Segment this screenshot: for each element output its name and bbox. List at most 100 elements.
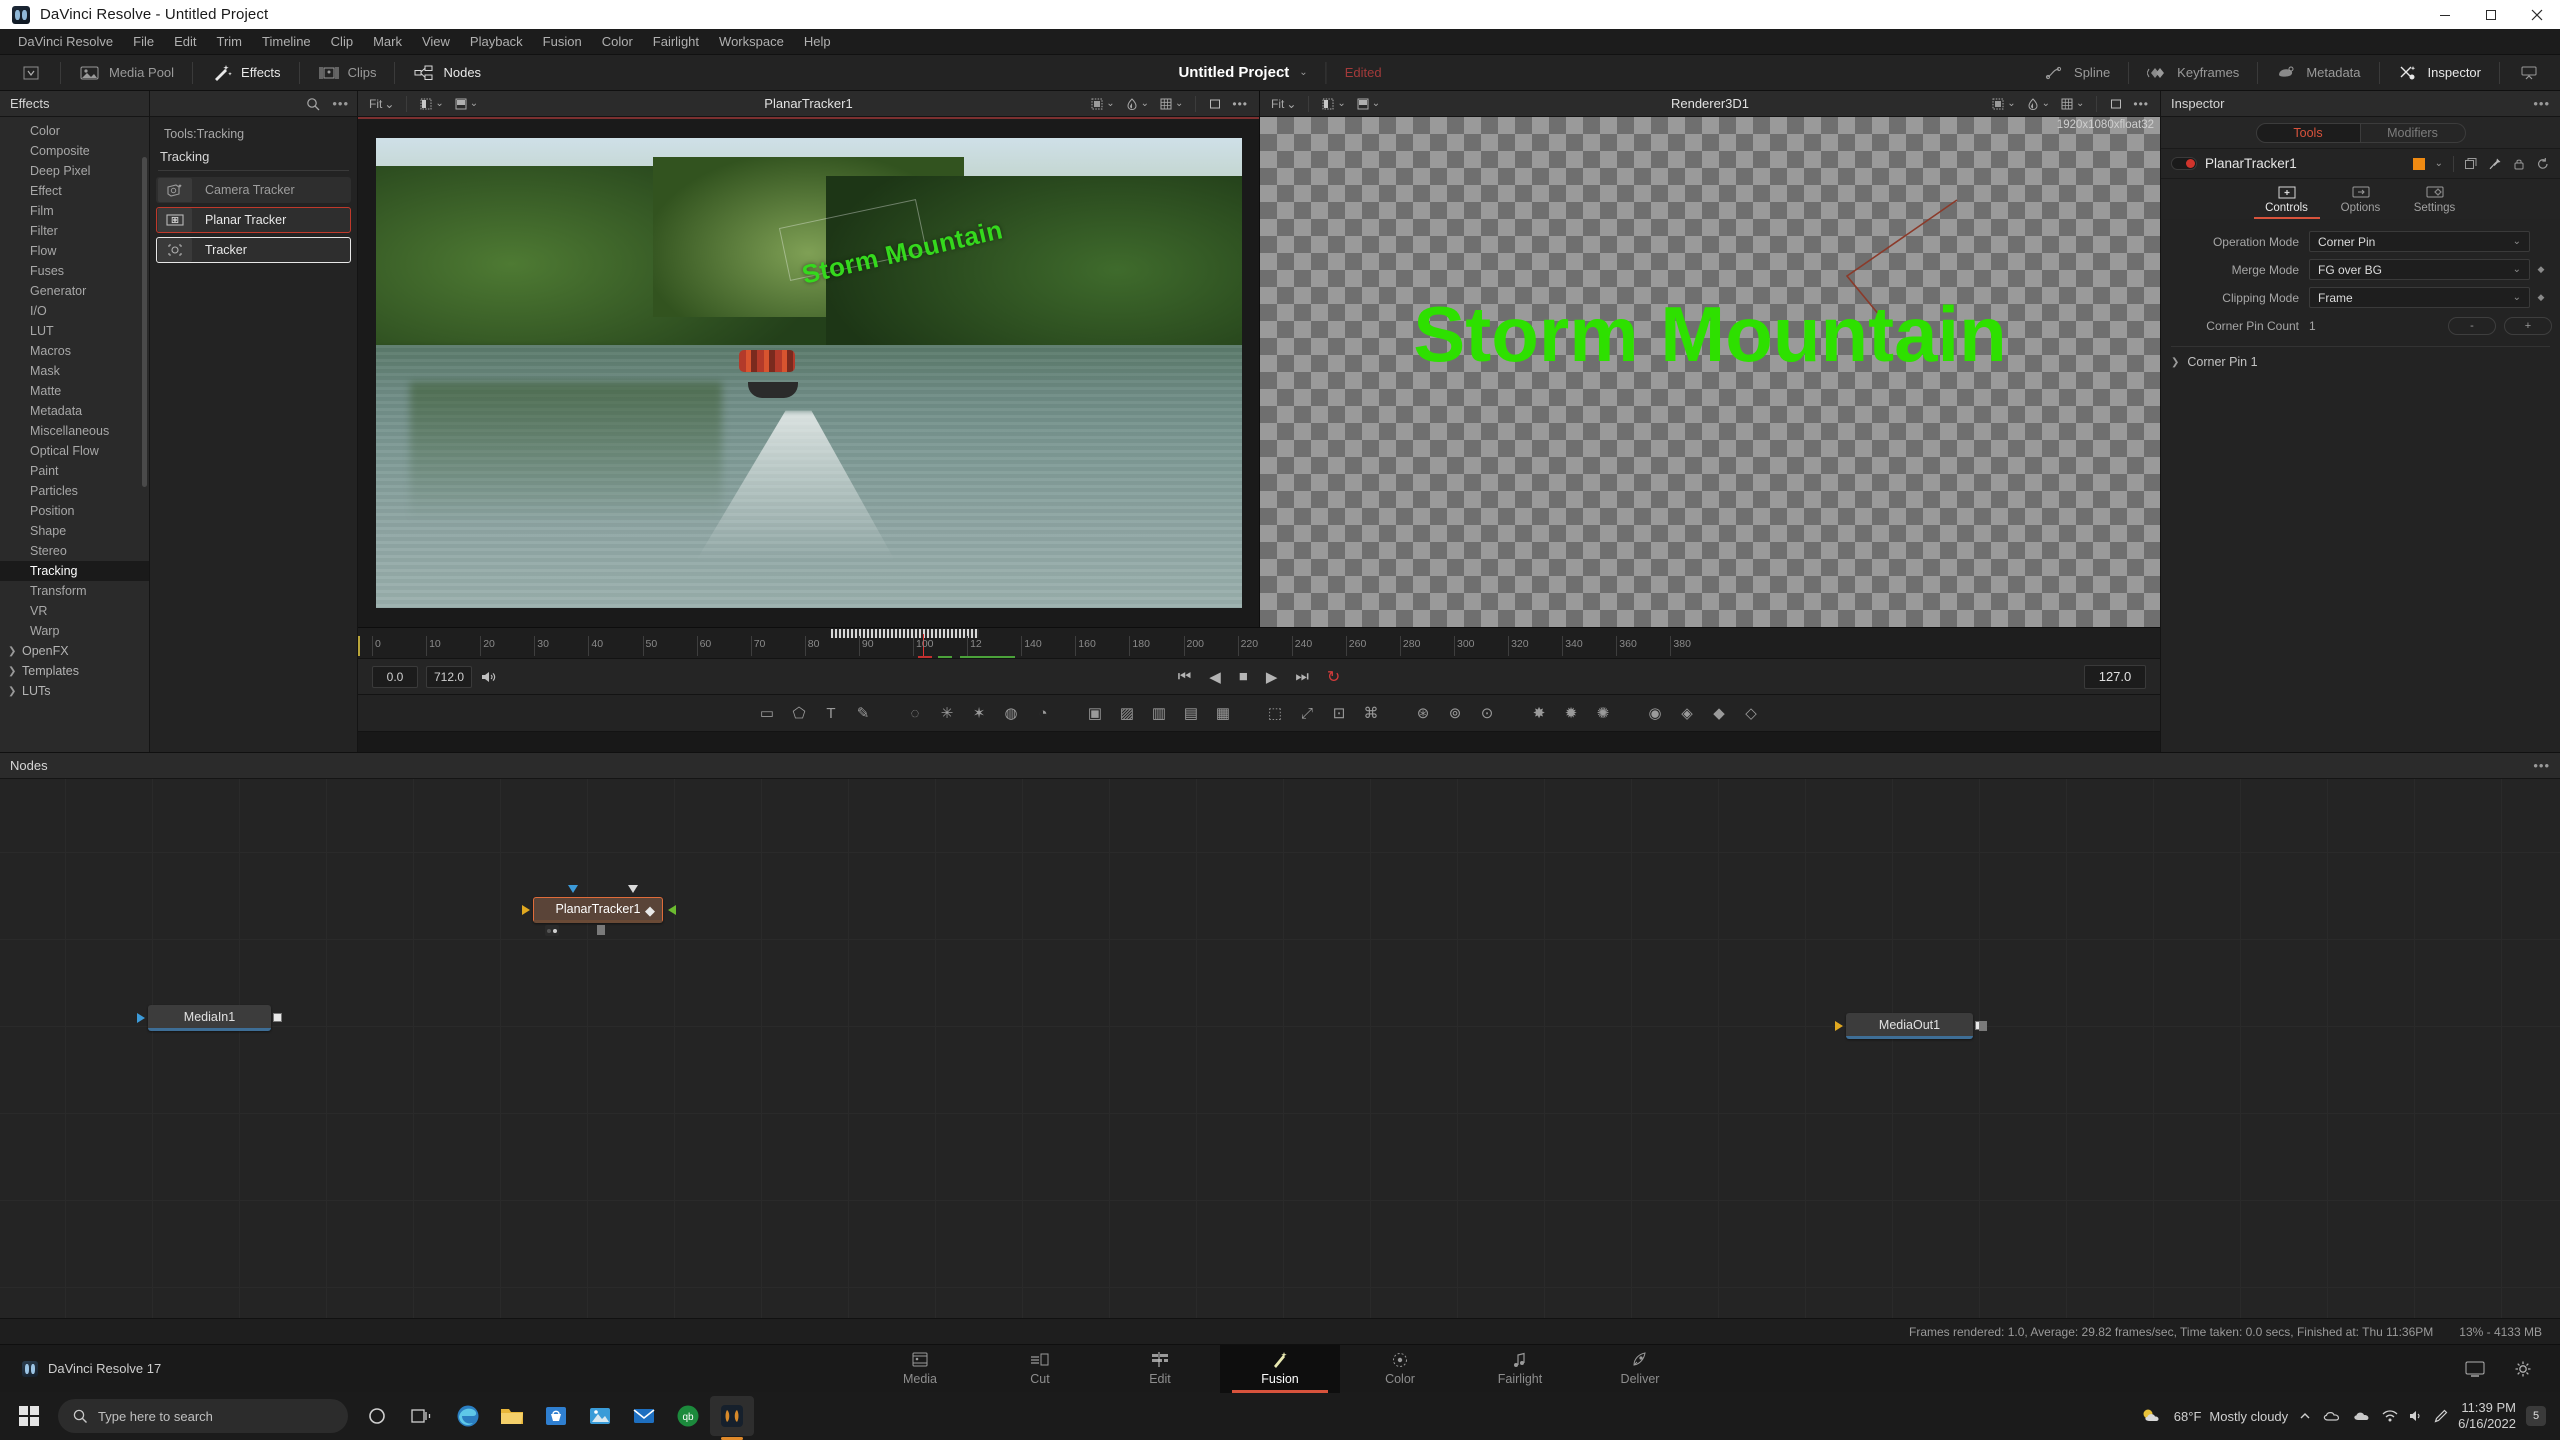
panel-collapse-button[interactable] [10,60,52,86]
node-planartracker1[interactable]: PlanarTracker1 [533,897,663,923]
viewer-right-more-icon[interactable]: ••• [2130,95,2152,113]
clips-button[interactable]: Clips [308,60,387,86]
menu-playback[interactable]: Playback [460,31,533,52]
menu-fusion[interactable]: Fusion [533,31,592,52]
viewer-left-split-view-button[interactable]: ⌄ [416,95,446,113]
tool-camera-tracker[interactable]: Camera Tracker [156,177,351,203]
tab-tools[interactable]: Tools [2255,122,2361,143]
glow-icon[interactable]: ✳ [931,700,963,726]
matte-control-icon[interactable]: ▥ [1143,700,1175,726]
param-clipping-mode-keyframe-icon[interactable]: ◆ [2530,292,2552,303]
tab-settings[interactable]: Settings [2402,185,2468,219]
viewer-left-more-icon[interactable]: ••• [1229,95,1251,113]
effects-category-film[interactable]: Film [0,201,149,221]
page-tab-deliver[interactable]: Deliver [1580,1345,1700,1393]
tab-controls[interactable]: Controls [2253,185,2320,219]
inspector-button[interactable]: Inspector [2388,60,2491,86]
menu-color[interactable]: Color [592,31,643,52]
crop-icon[interactable]: ⊡ [1323,700,1355,726]
page-tab-cut[interactable]: Cut [980,1345,1100,1393]
windows-start-icon[interactable] [6,1392,52,1440]
metadata-button[interactable]: Metadata [2266,60,2370,86]
planartracker-keyframe-indicator[interactable]: ◆ [645,903,655,919]
project-manager-icon[interactable] [2464,1359,2486,1379]
last-frame-button[interactable]: ⏭ [1295,668,1309,685]
effects-category-effect[interactable]: Effect [0,181,149,201]
dissolve-icon[interactable]: ▨ [1111,700,1143,726]
viewer-right-grid-button[interactable]: ⌄ [2057,95,2087,113]
corner-pin-1-group[interactable]: ❯ Corner Pin 1 [2161,347,2560,377]
fullscreen-toggle-button[interactable] [2508,60,2550,86]
effects-category-tracking[interactable]: Tracking [0,561,149,581]
planar-tracker-shelf-icon[interactable]: ⊚ [1439,700,1471,726]
nodes-more-icon[interactable]: ••• [2533,758,2550,773]
range-in-field[interactable]: 0.0 [372,665,418,688]
loop-button[interactable]: ↻ [1327,667,1340,687]
paint-tool-icon[interactable]: ✎ [847,700,879,726]
tray-weather[interactable]: 68°F Mostly cloudy [2140,1407,2288,1425]
blur-icon[interactable]: ◌ [899,700,931,726]
effects-category-mask[interactable]: Mask [0,361,149,381]
mediaout-connector[interactable] [1979,1021,1987,1031]
node-toggle-dot[interactable] [547,928,551,933]
node-graph-canvas[interactable]: Text3D1Merge3D1Renderer3D1PlanarTracker1… [0,779,2560,1318]
node-enable-toggle[interactable] [2171,157,2197,170]
effects-group-luts[interactable]: ❯ LUTs [0,681,149,701]
luma-key-icon[interactable]: ▤ [1175,700,1207,726]
effects-category-transform[interactable]: Transform [0,581,149,601]
inspector-more-icon[interactable]: ••• [2533,96,2550,111]
reset-icon[interactable] [2536,157,2550,171]
viewer-left-canvas[interactable]: Storm Mountain [358,117,1259,627]
node-input-connector[interactable] [1835,1021,1843,1031]
step-back-button[interactable]: ◀ [1209,668,1221,686]
effects-category-lut[interactable]: LUT [0,321,149,341]
effects-category-composite[interactable]: Composite [0,141,149,161]
soft-glow-icon[interactable]: ✶ [963,700,995,726]
tools-more-icon[interactable]: ••• [332,96,349,111]
network-icon[interactable] [2382,1409,2398,1423]
particles-icon[interactable]: ✸ [1523,700,1555,726]
effects-category-paint[interactable]: Paint [0,461,149,481]
delta-key-icon[interactable]: ▦ [1207,700,1239,726]
stabilizer-icon[interactable]: ⊙ [1471,700,1503,726]
effects-category-flow[interactable]: Flow [0,241,149,261]
merge3d-icon[interactable]: ◇ [1735,700,1767,726]
param-merge-mode-select[interactable]: FG over BG ⌄ [2309,259,2530,280]
cortana-icon[interactable] [354,1392,400,1440]
node-color-chip[interactable] [2412,157,2425,170]
param-operation-mode-select[interactable]: Corner Pin ⌄ [2309,231,2530,252]
first-frame-button[interactable]: ⏮ [1178,668,1192,685]
effects-scrollbar[interactable] [142,157,147,487]
effects-category-vr[interactable]: VR [0,601,149,621]
effects-category-color[interactable]: Color [0,121,149,141]
rect-tool-icon[interactable]: ▭ [751,700,783,726]
effects-group-openfx[interactable]: ❯ OpenFX [0,641,149,661]
corner-pin-plus-button[interactable]: + [2504,316,2552,335]
viewer-left-frame-button[interactable] [1205,95,1225,113]
pen-icon[interactable] [2434,1409,2448,1423]
text-tool-icon[interactable]: T [815,700,847,726]
speaker-icon[interactable] [480,669,498,685]
node-input-connector[interactable] [522,905,530,915]
page-tab-fusion[interactable]: Fusion [1220,1344,1340,1393]
pin-icon[interactable] [2488,157,2502,171]
tab-modifiers[interactable]: Modifiers [2360,122,2466,143]
chevron-up-icon[interactable] [2298,1409,2312,1423]
camera-icon[interactable]: ⌘ [1355,700,1387,726]
tracker-shelf-icon[interactable]: ⊛ [1407,700,1439,726]
viewer-right-color-picker-button[interactable]: ⌄ [2023,95,2053,113]
project-name[interactable]: Untitled Project [1178,64,1289,81]
project-chevron-down-icon[interactable]: ⌄ [1299,67,1307,78]
menu-edit[interactable]: Edit [164,31,206,52]
page-tab-media[interactable]: Media [860,1345,980,1393]
node-input-connector[interactable] [137,1013,145,1023]
notification-badge[interactable]: 5 [2526,1406,2546,1426]
menu-file[interactable]: File [123,31,164,52]
effects-category-optical-flow[interactable]: Optical Flow [0,441,149,461]
effects-category-deep-pixel[interactable]: Deep Pixel [0,161,149,181]
copy-icon[interactable] [2464,157,2478,171]
transform-icon[interactable]: ⬚ [1259,700,1291,726]
taskbar-app-photos[interactable] [578,1396,622,1436]
effects-category-tree[interactable]: Color Composite Deep Pixel Effect Film F… [0,117,149,752]
menu-trim[interactable]: Trim [207,31,253,52]
